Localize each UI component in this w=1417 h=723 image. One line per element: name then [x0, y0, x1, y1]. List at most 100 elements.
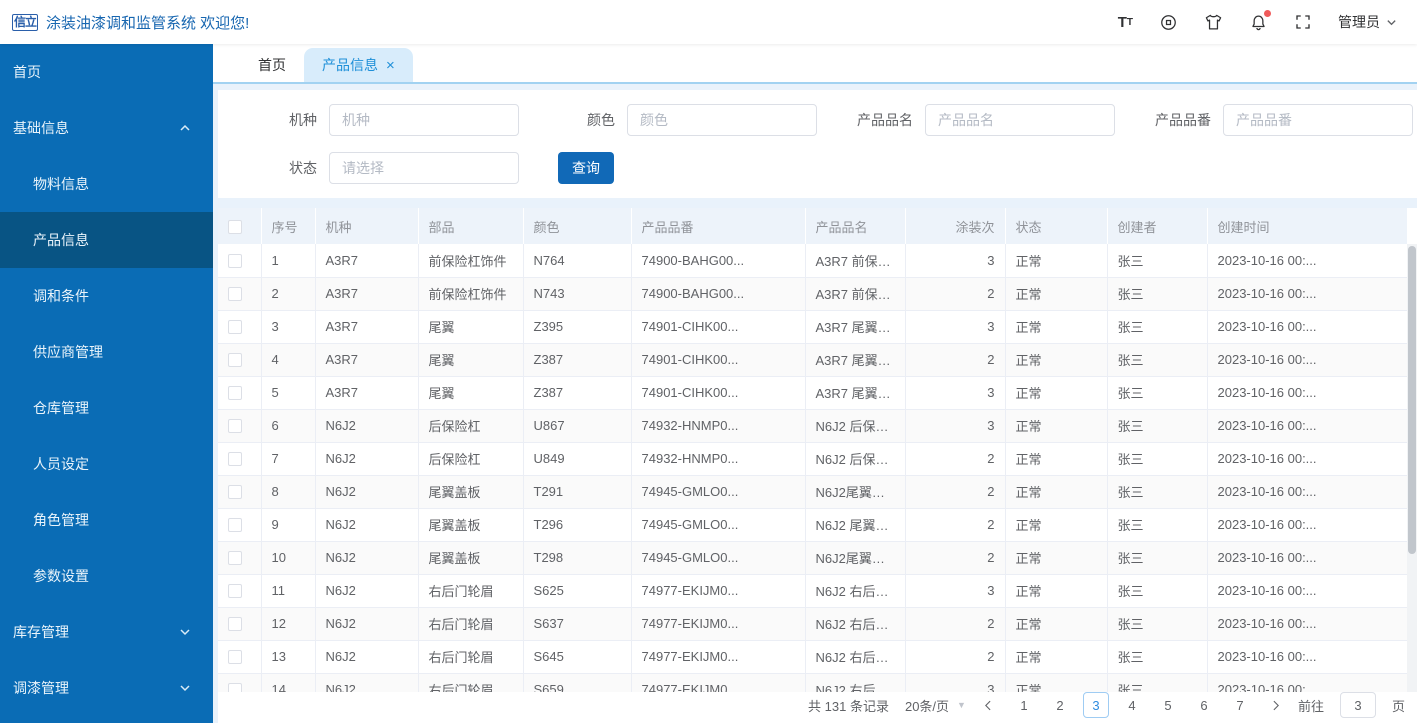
sidebar-item-人员设定[interactable]: 人员设定: [0, 436, 213, 492]
cell-part_no: 74977-EKIJM0...: [631, 640, 806, 674]
next-page-button[interactable]: [1269, 699, 1282, 712]
sidebar-item-产品信息[interactable]: 产品信息: [0, 212, 213, 268]
cell-status: 正常: [1005, 310, 1108, 344]
sidebar-item-调和条件[interactable]: 调和条件: [0, 268, 213, 324]
row-checkbox-cell: [218, 607, 262, 641]
coin-icon[interactable]: [1159, 13, 1178, 32]
sidebar-item-库存管理[interactable]: 库存管理: [0, 604, 213, 660]
row-checkbox[interactable]: [228, 518, 242, 533]
product-name-input[interactable]: [925, 104, 1115, 136]
tab-label: 首页: [258, 57, 286, 73]
table-rows-viewport: 1 A3R7 前保险杠饰件 N764 74900-BAHG00... A3R7 前保险杠.…: [218, 244, 1407, 692]
page-number-5[interactable]: 5: [1155, 692, 1181, 718]
sidebar-item-角色管理[interactable]: 角色管理: [0, 492, 213, 548]
product-table-body: 1 A3R7 前保险杠饰件 N764 74900-BAHG00... A3R7 前保险杠.…: [218, 244, 1407, 692]
column-header-涂装次: 涂装次: [905, 208, 1006, 244]
row-checkbox[interactable]: [228, 419, 242, 434]
sidebar-item-调漆管理[interactable]: 调漆管理: [0, 660, 213, 716]
sidebar-item-label: 供应商管理: [33, 344, 103, 360]
page-number-3[interactable]: 3: [1082, 692, 1109, 718]
cell-name: N6J2尾翼盖板...: [805, 541, 906, 575]
table-row: 10 N6J2 尾翼盖板 T298 74945-GMLO0... N6J2尾翼盖板... 2…: [218, 541, 1407, 575]
cell-created: 2023-10-16 00:...: [1207, 376, 1407, 410]
page-number-6[interactable]: 6: [1191, 692, 1217, 718]
sidebar-item-label: 参数设置: [33, 568, 89, 584]
cell-coats: 2: [905, 541, 1006, 575]
cell-status: 正常: [1005, 607, 1108, 641]
cell-created: 2023-10-16 00:...: [1207, 442, 1407, 476]
cell-coats: 2: [905, 640, 1006, 674]
cell-color: Z395: [523, 310, 632, 344]
cell-name: N6J2尾翼盖板...: [805, 475, 906, 509]
row-checkbox[interactable]: [228, 254, 242, 269]
sidebar-item-仓库管理[interactable]: 仓库管理: [0, 380, 213, 436]
status-select[interactable]: [329, 152, 519, 184]
page-number-2[interactable]: 2: [1047, 692, 1073, 718]
user-menu[interactable]: 管理员: [1338, 12, 1397, 32]
row-checkbox[interactable]: [228, 287, 242, 302]
row-checkbox[interactable]: [228, 353, 242, 368]
cell-color: T296: [523, 508, 632, 542]
cell-status: 正常: [1005, 673, 1108, 692]
row-checkbox[interactable]: [228, 683, 242, 692]
sidebar-item-基础信息[interactable]: 基础信息: [0, 100, 213, 156]
cell-created: 2023-10-16 00:...: [1207, 574, 1407, 608]
cell-status: 正常: [1005, 376, 1108, 410]
cell-name: A3R7 尾翼Z387...: [805, 376, 906, 410]
row-checkbox-cell: [218, 640, 262, 674]
row-checkbox[interactable]: [228, 551, 242, 566]
filter-row-1: 机种 颜色 产品品名 产品品番: [242, 104, 1417, 136]
row-checkbox[interactable]: [228, 452, 242, 467]
tab-产品信息[interactable]: 产品信息 ×: [304, 48, 413, 82]
product-table: 序号 机种 部品 颜色 产品品番 产品品名 涂装次 状态 创建者 创建时间: [218, 208, 1407, 244]
row-checkbox[interactable]: [228, 584, 242, 599]
filter-product-name: 产品品名: [838, 104, 1115, 136]
row-checkbox[interactable]: [228, 386, 242, 401]
row-checkbox[interactable]: [228, 320, 242, 335]
user-name: 管理员: [1338, 14, 1380, 30]
sidebar: 首页 基础信息 物料信息产品信息调和条件供应商管理仓库管理 人员设定 角色管理参数设置库…: [0, 44, 213, 723]
sidebar-item-物料信息[interactable]: 物料信息: [0, 156, 213, 212]
sidebar-item-参数设置[interactable]: 参数设置: [0, 548, 213, 604]
model-input[interactable]: [329, 104, 519, 136]
row-checkbox[interactable]: [228, 617, 242, 632]
close-icon[interactable]: ×: [386, 58, 395, 73]
cell-creator: 张三: [1107, 508, 1208, 542]
row-checkbox[interactable]: [228, 485, 242, 500]
prev-page-button[interactable]: [982, 699, 995, 712]
cell-part_no: 74977-EKIJM0...: [631, 574, 806, 608]
fullscreen-icon[interactable]: [1294, 13, 1312, 31]
cell-part_no: 74932-HNMP0...: [631, 442, 806, 476]
main-content: 首页 产品信息 × 机种 颜色 产品品名: [213, 44, 1417, 723]
sidebar-item-label: 产品信息: [33, 232, 89, 248]
goto-page-input[interactable]: [1339, 692, 1376, 718]
theme-icon[interactable]: [1204, 13, 1223, 32]
font-size-icon[interactable]: TT: [1118, 14, 1133, 31]
sidebar-item-供应商管理[interactable]: 供应商管理: [0, 324, 213, 380]
cell-coats: 2: [905, 607, 1006, 641]
cell-part: 右后门轮眉: [418, 640, 524, 674]
page-size-select[interactable]: 20条/页 ▼: [905, 696, 966, 715]
product-name-label: 产品品名: [857, 112, 913, 128]
app: 信立 涂装油漆调和监管系统 欢迎您! TT 管理员 首页 基础信息 物料信息 产…: [0, 0, 1417, 723]
row-checkbox[interactable]: [228, 650, 242, 665]
page-number-4[interactable]: 4: [1119, 692, 1145, 718]
cell-part: 后保险杠: [418, 442, 524, 476]
tab-首页[interactable]: 首页: [240, 48, 304, 82]
color-input[interactable]: [627, 104, 817, 136]
column-header-产品品番: 产品品番: [631, 208, 806, 244]
scrollbar-thumb[interactable]: [1408, 246, 1416, 554]
sidebar-item-首页[interactable]: 首页: [0, 44, 213, 100]
query-button[interactable]: 查询: [558, 152, 614, 184]
cell-coats: 3: [905, 376, 1006, 410]
page-number-1[interactable]: 1: [1011, 692, 1037, 718]
tabbar: 首页 产品信息 ×: [213, 44, 1417, 84]
cell-no: 8: [261, 475, 316, 509]
table-scrollbar[interactable]: [1407, 244, 1417, 692]
product-code-input[interactable]: [1223, 104, 1413, 136]
filter-status: 状态: [242, 152, 519, 184]
select-all-checkbox[interactable]: [228, 219, 242, 234]
notification-bell-icon[interactable]: [1249, 9, 1271, 32]
chevron-down-icon: [179, 627, 191, 637]
page-number-7[interactable]: 7: [1227, 692, 1253, 718]
